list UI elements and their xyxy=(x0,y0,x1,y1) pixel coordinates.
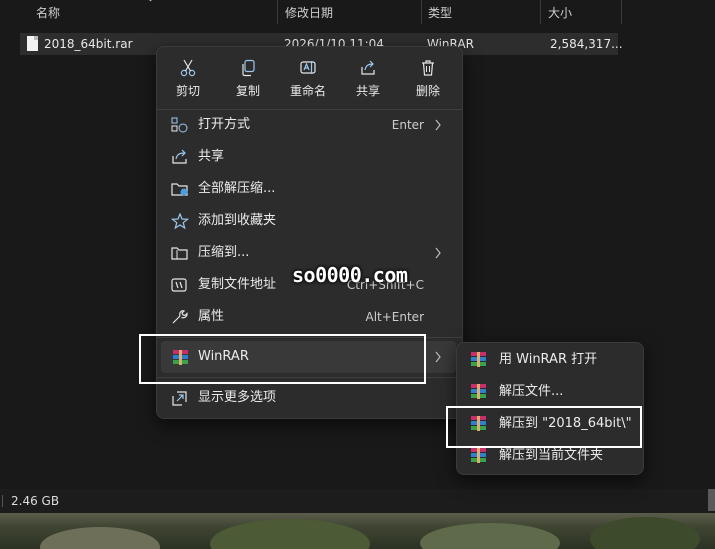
status-bar: 2.46 GB xyxy=(0,489,715,513)
cut-label: 剪切 xyxy=(175,84,200,98)
share-icon xyxy=(172,149,187,164)
scissors-icon xyxy=(180,59,196,77)
menu-item-show-more[interactable]: 显示更多选项 xyxy=(161,382,456,414)
column-header: 名称 修改日期 类型 大小 xyxy=(0,0,715,26)
winrar-icon xyxy=(471,352,486,367)
winrar-icon xyxy=(471,384,486,399)
cut-button[interactable]: 剪切 xyxy=(163,53,213,103)
trash-icon xyxy=(422,60,434,76)
copy-icon xyxy=(242,59,255,77)
chevron-right-icon xyxy=(435,351,441,363)
menu-item-label: 属性 xyxy=(198,309,225,324)
column-divider[interactable] xyxy=(421,0,422,24)
copy-path-icon xyxy=(171,278,187,292)
menu-item-label: 添加到收藏夹 xyxy=(198,213,277,228)
chevron-right-icon xyxy=(435,119,441,131)
file-name: 2018_64bit.rar xyxy=(44,37,133,51)
desktop-wallpaper xyxy=(0,513,715,549)
rename-button[interactable]: 重命名 xyxy=(283,53,333,103)
open-with-icon xyxy=(171,117,188,133)
share-button[interactable]: 共享 xyxy=(343,53,393,103)
show-more-icon xyxy=(172,391,187,406)
status-divider xyxy=(2,495,3,507)
column-type[interactable]: 类型 xyxy=(428,0,452,26)
annotation-box-winrar xyxy=(139,334,426,384)
menu-item-extract-all[interactable]: 全部解压缩... xyxy=(161,173,456,205)
winrar-icon xyxy=(471,448,486,463)
column-size[interactable]: 大小 xyxy=(548,0,572,26)
copy-label: 复制 xyxy=(235,84,260,98)
file-icon xyxy=(27,36,38,51)
menu-item-add-favorites[interactable]: 添加到收藏夹 xyxy=(161,205,456,237)
file-size: 2,584,317... xyxy=(550,37,623,51)
menu-item-label: 打开方式 xyxy=(198,117,251,132)
delete-label: 删除 xyxy=(415,84,440,98)
selection-size: 2.46 GB xyxy=(11,494,60,508)
submenu-item-open-with-winrar[interactable]: 用 WinRAR 打开 xyxy=(461,345,639,375)
menu-item-open-with[interactable]: 打开方式 Enter xyxy=(161,109,456,141)
submenu-item-label: 解压文件... xyxy=(499,384,564,399)
scrollbar-thumb[interactable] xyxy=(708,489,715,511)
chevron-right-icon xyxy=(435,247,441,259)
column-divider[interactable] xyxy=(621,0,622,24)
menu-item-properties[interactable]: 属性 Alt+Enter xyxy=(161,301,456,333)
submenu-item-extract-files[interactable]: 解压文件... xyxy=(461,377,639,407)
menu-item-share[interactable]: 共享 xyxy=(161,141,456,173)
star-icon xyxy=(171,213,189,229)
share-label: 共享 xyxy=(355,84,380,98)
copy-button[interactable]: 复制 xyxy=(223,53,273,103)
folder-extract-icon xyxy=(171,183,188,196)
menu-item-label: 复制文件地址 xyxy=(198,277,277,292)
menu-item-label: 共享 xyxy=(198,149,225,164)
column-modified[interactable]: 修改日期 xyxy=(285,0,333,26)
column-name[interactable]: 名称 xyxy=(36,0,60,26)
column-divider[interactable] xyxy=(540,0,541,24)
menu-item-shortcut: Enter xyxy=(391,118,424,132)
menu-item-label: 显示更多选项 xyxy=(198,390,277,405)
annotation-box-extract-to xyxy=(446,406,642,448)
watermark: so0000.com xyxy=(292,263,408,287)
menu-item-label: 压缩到... xyxy=(198,245,250,260)
rename-label: 重命名 xyxy=(289,84,326,98)
delete-button[interactable]: 删除 xyxy=(403,53,453,103)
wrench-icon xyxy=(172,310,188,324)
column-divider[interactable] xyxy=(277,0,278,24)
rename-icon xyxy=(300,61,316,74)
menu-item-shortcut: Alt+Enter xyxy=(365,310,424,324)
submenu-item-label: 用 WinRAR 打开 xyxy=(499,352,598,367)
share-icon xyxy=(361,60,375,75)
archive-folder-icon xyxy=(171,247,188,260)
sort-arrow-icon xyxy=(149,0,152,2)
menu-item-label: 全部解压缩... xyxy=(198,181,276,196)
